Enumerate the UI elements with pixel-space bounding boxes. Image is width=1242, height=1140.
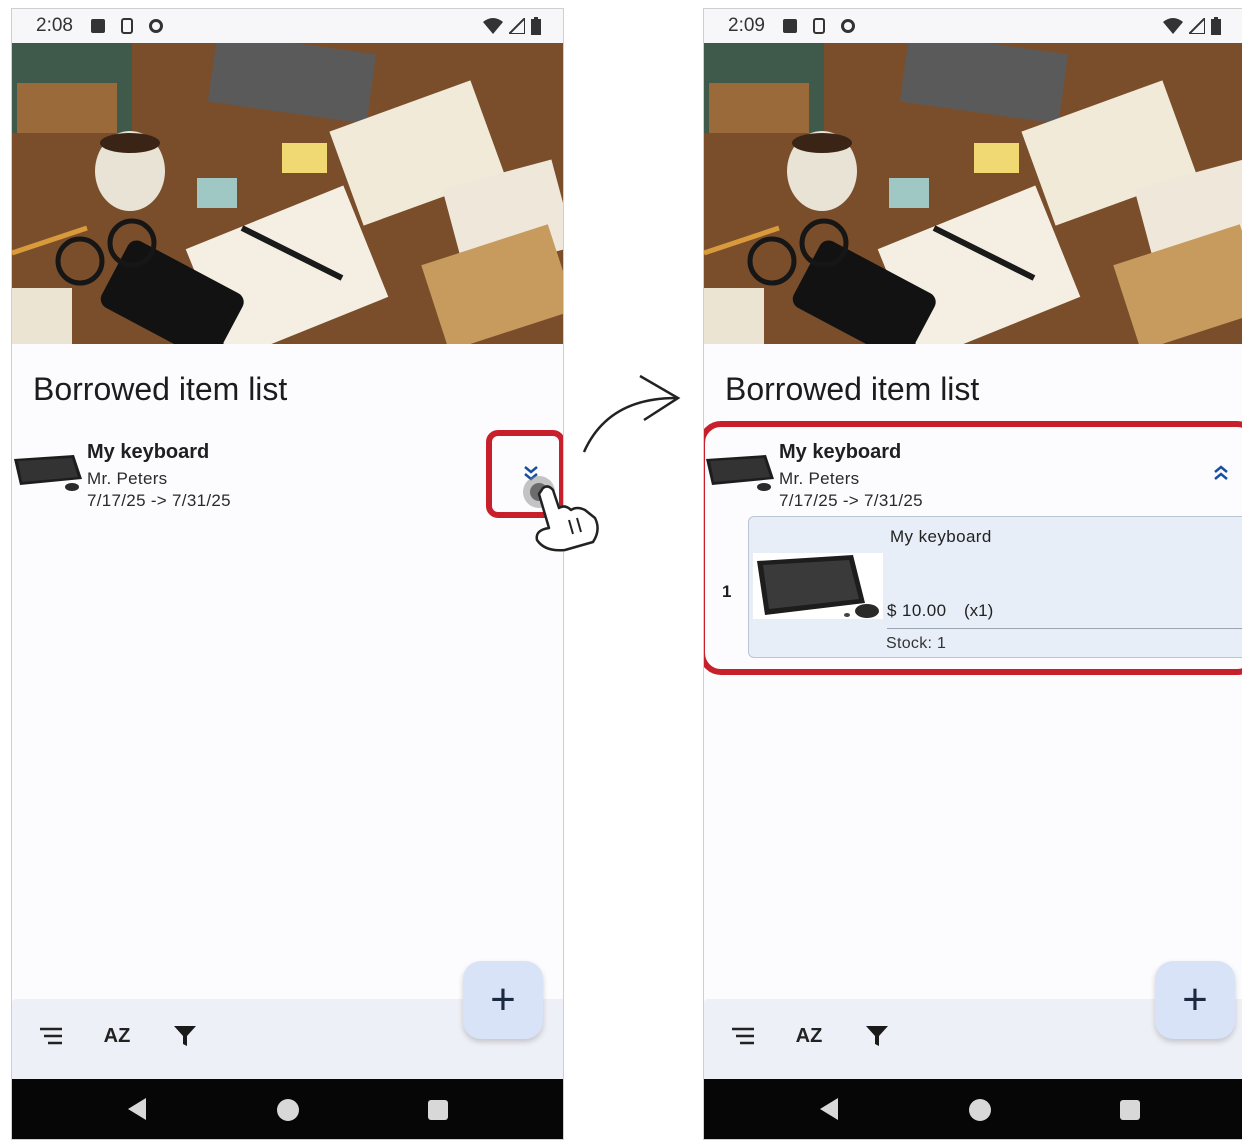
- borrowed-item-row[interactable]: My keyboard Mr. Peters 7/17/25 -> 7/31/2…: [12, 439, 563, 519]
- expanded-highlight-box: [704, 421, 1242, 675]
- item-dates: 7/17/25 -> 7/31/25: [87, 491, 231, 510]
- sort-button[interactable]: [726, 1019, 760, 1053]
- plus-icon: +: [1182, 975, 1208, 1024]
- plus-icon: +: [490, 975, 516, 1024]
- notification-icon: [90, 19, 105, 33]
- nav-home-icon[interactable]: [969, 1099, 991, 1121]
- tap-hand-icon: [523, 476, 599, 552]
- phone-screen-after: 2:09 Borrowed item list My keyboard Mr. …: [703, 8, 1242, 1140]
- phone-screen-before: 2:08 Borrowed item list My keyboard Mr. …: [11, 8, 564, 1140]
- page-title: Borrowed item list: [33, 371, 288, 407]
- nav-recents-icon[interactable]: [1120, 1100, 1140, 1120]
- wifi-icon: [483, 18, 503, 34]
- az-label: AZ: [795, 1024, 823, 1047]
- add-item-button[interactable]: +: [1155, 961, 1235, 1039]
- page-title: Borrowed item list: [725, 371, 980, 407]
- nav-recents-icon[interactable]: [428, 1100, 448, 1120]
- status-icons: [1163, 17, 1221, 35]
- sim-icon: [120, 18, 133, 34]
- sync-icon: [148, 19, 163, 33]
- filter-icon: [174, 1026, 196, 1046]
- filter-icon: [866, 1026, 888, 1046]
- status-bar: 2:09: [704, 9, 1242, 43]
- signal-icon: [1189, 18, 1205, 34]
- wifi-icon: [1163, 18, 1183, 34]
- status-icons: [483, 17, 541, 35]
- signal-icon: [509, 18, 525, 34]
- sort-lines-icon: [732, 1027, 754, 1045]
- az-label: AZ: [103, 1024, 131, 1047]
- filter-button[interactable]: [860, 1019, 894, 1053]
- item-title: My keyboard: [87, 441, 210, 463]
- transition-arrow-icon: [582, 374, 681, 453]
- status-time: 2:08: [36, 15, 73, 36]
- filter-button[interactable]: [168, 1019, 202, 1053]
- nav-back-icon[interactable]: [820, 1098, 838, 1120]
- battery-icon: [531, 17, 541, 35]
- status-time: 2:09: [728, 15, 765, 36]
- system-nav-bar: [12, 1079, 563, 1139]
- battery-icon: [1211, 17, 1221, 35]
- sync-icon: [840, 19, 855, 33]
- sort-lines-icon: [40, 1027, 62, 1045]
- sim-icon: [812, 18, 825, 34]
- header-desk-image: [12, 43, 563, 344]
- notification-icon: [782, 19, 797, 33]
- nav-back-icon[interactable]: [128, 1098, 146, 1120]
- keyboard-thumbnail: [14, 455, 82, 491]
- sort-button[interactable]: [34, 1019, 68, 1053]
- item-owner: Mr. Peters: [87, 469, 168, 488]
- system-nav-bar: [704, 1079, 1242, 1139]
- add-item-button[interactable]: +: [463, 961, 543, 1039]
- sort-az-button[interactable]: AZ: [792, 1019, 826, 1053]
- sort-az-button[interactable]: AZ: [100, 1019, 134, 1053]
- header-desk-image: [704, 43, 1242, 344]
- nav-home-icon[interactable]: [277, 1099, 299, 1121]
- status-bar: 2:08: [12, 9, 563, 43]
